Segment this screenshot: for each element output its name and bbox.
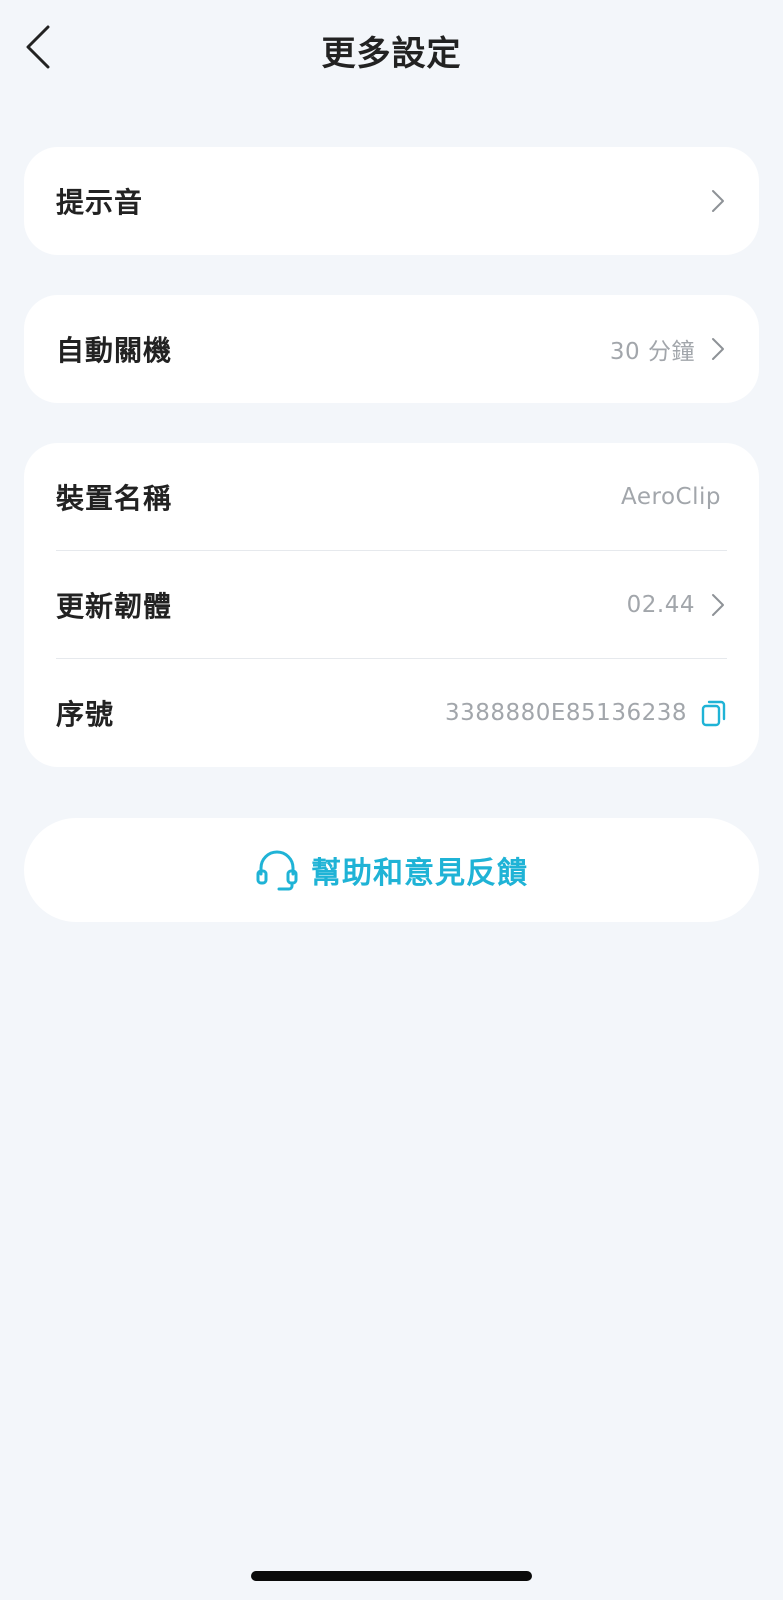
sound-label: 提示音 — [56, 186, 144, 219]
device-name-row[interactable]: 裝置名稱 AeroClip — [24, 443, 759, 551]
sound-row[interactable]: 提示音 — [24, 147, 759, 255]
copy-icon[interactable] — [701, 699, 727, 727]
page-title: 更多設定 — [321, 34, 462, 74]
header: 更多設定 — [0, 0, 783, 100]
auto-off-row[interactable]: 自動關機 30 分鐘 — [24, 295, 759, 403]
auto-off-card: 自動關機 30 分鐘 — [24, 295, 759, 403]
auto-off-label: 自動關機 — [56, 334, 173, 367]
home-indicator[interactable] — [251, 1571, 532, 1581]
device-name-value: AeroClip — [621, 484, 721, 510]
firmware-label: 更新韌體 — [56, 590, 173, 623]
headset-icon — [255, 848, 299, 892]
firmware-row[interactable]: 更新韌體 02.44 — [24, 551, 759, 659]
help-feedback-button[interactable]: 幫助和意見反饋 — [24, 818, 759, 922]
firmware-value: 02.44 — [626, 592, 695, 618]
help-feedback-label: 幫助和意見反饋 — [311, 856, 528, 891]
more-settings-screen: 更多設定 提示音 自動關機 30 分鐘 裝置名稱 AeroClip 更新韌體 0… — [0, 0, 783, 1600]
sound-card: 提示音 — [24, 147, 759, 255]
serial-row: 序號 3388880E85136238 — [24, 659, 759, 767]
chevron-right-icon — [709, 187, 727, 215]
chevron-right-icon — [709, 591, 727, 619]
serial-value: 3388880E85136238 — [444, 700, 687, 726]
device-name-label: 裝置名稱 — [56, 482, 173, 515]
auto-off-value: 30 分鐘 — [609, 339, 695, 365]
device-info-card: 裝置名稱 AeroClip 更新韌體 02.44 序號 3388880E8513… — [24, 443, 759, 767]
serial-label: 序號 — [56, 698, 115, 731]
chevron-right-icon — [709, 335, 727, 363]
